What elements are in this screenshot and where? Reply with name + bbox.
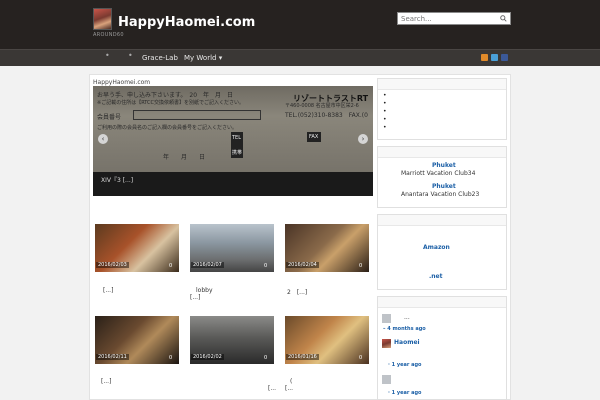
- site-tagline: AROUND60: [93, 32, 124, 38]
- slider-next-arrow[interactable]: ›: [358, 134, 368, 144]
- site-logo-image[interactable]: [93, 8, 112, 30]
- nav-separator-dot: •: [128, 51, 133, 60]
- featured-slider[interactable]: お早う手、申し込み下さいます。 20 年 月 日 ※ご記載の住所は【RTCC交換…: [93, 86, 373, 196]
- post-date: 2016/01/16: [286, 354, 319, 360]
- phuket-description: Marriott Vacation Club34: [401, 170, 476, 177]
- list-item[interactable]: •: [383, 116, 387, 124]
- comment-count: 0: [264, 355, 268, 361]
- phuket-link[interactable]: Phuket: [432, 183, 456, 190]
- post-date: 2016/02/11: [96, 354, 129, 360]
- read-more-link[interactable]: [...]: [190, 294, 200, 301]
- search-box: [397, 12, 511, 25]
- widget-header: [378, 147, 506, 158]
- list-item[interactable]: •: [383, 100, 387, 108]
- post-thumbnail[interactable]: 2016/02/04 0: [285, 224, 369, 272]
- post-date: 2016/02/04: [286, 262, 319, 268]
- paper-text: TEL.(052)310-8383 FAX.(0: [285, 112, 368, 119]
- paper-text: ※ご記載の住所は【RTCC交換依頼書】を別紙でご記入ください。: [97, 100, 245, 106]
- slider-prev-arrow[interactable]: ‹: [98, 134, 108, 144]
- list-item[interactable]: •: [383, 124, 387, 132]
- site-title[interactable]: HappyHaomei.com: [118, 15, 255, 30]
- post-date: 2016/02/02: [191, 354, 224, 360]
- nav-item-grace-lab[interactable]: Grace-Lab: [142, 54, 178, 62]
- comment-time[interactable]: – 4 months ago: [383, 326, 426, 332]
- slide-image: お早う手、申し込み下さいます。 20 年 月 日 ※ご記載の住所は【RTCC交換…: [93, 86, 373, 172]
- bullet-list: • • • • •: [383, 92, 387, 132]
- post-thumbnail[interactable]: 2016/02/03 0: [95, 224, 179, 272]
- label-fax: FAX: [309, 134, 319, 140]
- sidebar-widget-comments: [377, 296, 507, 400]
- phuket-description: Anantara Vacation Club23: [401, 191, 480, 198]
- paper-text: 会員番号: [97, 114, 122, 121]
- comment-count: 0: [264, 263, 268, 269]
- post-excerpt: (: [290, 378, 293, 385]
- site-header: HappyHaomei.com AROUND60: [0, 0, 600, 49]
- list-item[interactable]: •: [383, 92, 387, 100]
- slide-caption[interactable]: XIV『3 [...]: [101, 175, 133, 184]
- rss-icon[interactable]: [481, 54, 488, 61]
- sidebar-widget-list: [377, 78, 507, 140]
- post-thumbnail[interactable]: 2016/01/16 0: [285, 316, 369, 364]
- label-tel: TEL: [232, 135, 241, 141]
- widget-header: [378, 215, 506, 226]
- label-mobile: 携帯: [232, 150, 243, 156]
- sidebar-widget-phuket: [377, 146, 507, 208]
- commenter-name[interactable]: Haomei: [394, 339, 420, 346]
- amazon-link[interactable]: Amazon: [423, 244, 450, 251]
- net-link[interactable]: .net: [429, 273, 443, 280]
- paper-text: ご利用の際の会員名のご記入欄の会員番号をご記入ください。: [97, 125, 238, 131]
- twitter-icon[interactable]: [491, 54, 498, 61]
- search-icon[interactable]: [500, 15, 507, 22]
- post-excerpt: [...]: [103, 287, 114, 294]
- paper-text: 年 月 日: [163, 154, 206, 161]
- post-thumbnail[interactable]: 2016/02/02 0: [190, 316, 274, 364]
- comment-count: 0: [169, 263, 173, 269]
- breadcrumb[interactable]: HappyHaomei.com: [93, 79, 150, 86]
- nav-item-my-world[interactable]: My World ▾: [184, 54, 222, 62]
- main-navigation: • • Grace-Lab My World ▾: [0, 49, 600, 66]
- read-more-link[interactable]: [...: [285, 385, 293, 392]
- post-date: 2016/02/07: [191, 262, 224, 268]
- post-excerpt: 2 [...]: [287, 289, 308, 296]
- read-more-link[interactable]: [...: [268, 385, 276, 392]
- comment-count: 0: [169, 355, 173, 361]
- nav-separator-dot: •: [105, 51, 110, 60]
- phuket-link[interactable]: Phuket: [432, 162, 456, 169]
- comment-time[interactable]: · 1 year ago: [388, 362, 421, 368]
- post-date: 2016/02/03: [96, 262, 129, 268]
- post-thumbnail[interactable]: 2016/02/07 0: [190, 224, 274, 272]
- post-excerpt: lobby: [196, 287, 213, 294]
- comment-count: 0: [359, 263, 363, 269]
- post-excerpt: [...]: [101, 378, 112, 385]
- comment-time[interactable]: · 1 year ago: [388, 390, 421, 396]
- paper-text: 〒460-0008 名古屋市中区栄2-6: [285, 103, 359, 109]
- facebook-icon[interactable]: [501, 54, 508, 61]
- avatar: [382, 375, 391, 384]
- widget-header: [378, 79, 506, 90]
- list-item[interactable]: •: [383, 108, 387, 116]
- commenter-name[interactable]: ...: [404, 314, 410, 321]
- paper-text: お早う手、申し込み下さいます。 20 年 月 日: [97, 92, 234, 99]
- avatar: [382, 314, 391, 323]
- widget-header: [378, 297, 506, 308]
- form-box: [133, 110, 261, 120]
- search-input[interactable]: [398, 13, 498, 24]
- avatar: [382, 339, 391, 348]
- post-thumbnail[interactable]: 2016/02/11 0: [95, 316, 179, 364]
- comment-count: 0: [359, 355, 363, 361]
